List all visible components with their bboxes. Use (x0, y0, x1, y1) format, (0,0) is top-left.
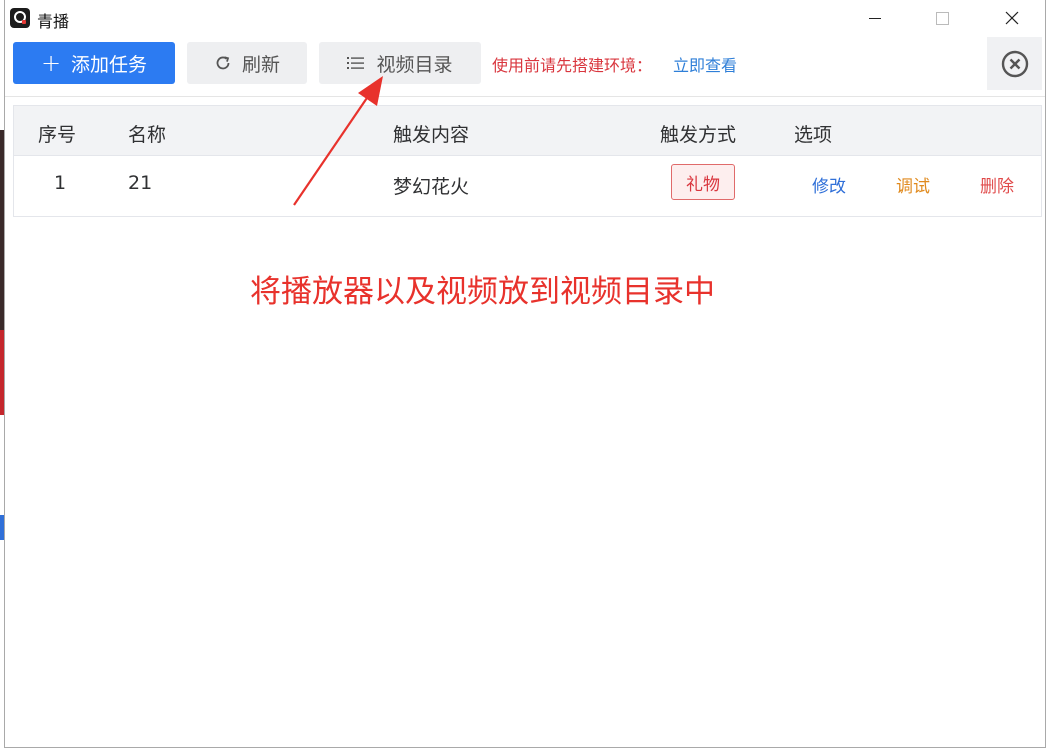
refresh-icon (216, 56, 230, 70)
title-bar: 青播 (5, 0, 1045, 36)
add-task-label: 添加任务 (71, 53, 148, 76)
table-header: 序号 名称 触发内容 触发方式 选项 (14, 106, 1041, 156)
setup-notice: 使用前请先搭建环境： (492, 56, 653, 75)
add-task-button[interactable]: + 添加任务 (13, 42, 175, 84)
window-title: 青播 (37, 12, 70, 31)
column-header-trigger: 触发方式 (660, 124, 737, 146)
debug-link[interactable]: 调试 (896, 172, 930, 197)
view-now-link[interactable]: 立即查看 (673, 52, 737, 76)
annotation-arrow-icon (293, 76, 383, 206)
maximize-button[interactable] (919, 0, 965, 36)
column-header-content: 触发内容 (393, 124, 470, 146)
task-table: 序号 名称 触发内容 触发方式 选项 1 21 梦幻花火 礼物 修改 调试 删除 (13, 105, 1042, 217)
circle-close-icon (1001, 50, 1028, 77)
column-header-index: 序号 (38, 124, 77, 146)
row-name: 21 (128, 172, 153, 194)
toolbar-divider (5, 96, 1045, 97)
plus-icon: + (40, 49, 62, 77)
app-logo-icon (10, 8, 30, 28)
column-header-options: 选项 (794, 124, 833, 146)
app-window: 青播 + 添加任务 刷新 视频目录 使用前请先搭建环境： 立即查看 序号 名称 … (4, 0, 1046, 748)
column-header-name: 名称 (128, 124, 167, 146)
close-button[interactable] (989, 0, 1035, 36)
close-icon (1005, 11, 1019, 25)
row-content: 梦幻花火 (393, 176, 470, 198)
annotation-text: 将播放器以及视频放到视频目录中 (250, 274, 715, 310)
row-index: 1 (54, 172, 67, 194)
edit-link[interactable]: 修改 (812, 172, 846, 197)
minimize-button[interactable] (852, 0, 898, 36)
refresh-label: 刷新 (241, 53, 280, 76)
trigger-type-badge: 礼物 (671, 164, 735, 200)
delete-link[interactable]: 删除 (980, 172, 1014, 197)
close-panel-button[interactable] (987, 37, 1042, 90)
